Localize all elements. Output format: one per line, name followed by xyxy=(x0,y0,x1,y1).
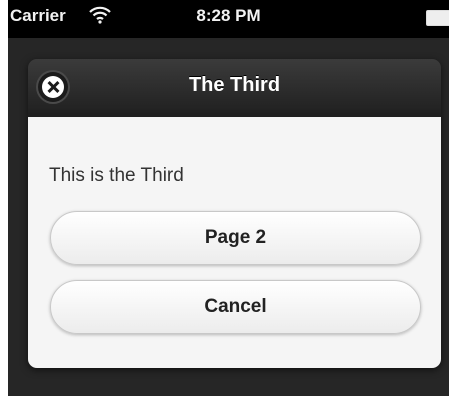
dialog-body: This is the Third Page 2 Cancel xyxy=(28,117,441,368)
dialog-title: The Third xyxy=(188,74,281,96)
dialog-header: The Third xyxy=(28,59,441,118)
app-screen: Carrier 8:28 PM The Third This is the Th… xyxy=(8,0,449,396)
status-bar: Carrier 8:28 PM xyxy=(8,0,449,38)
dialog: The Third This is the Third Page 2 Cance… xyxy=(28,59,441,368)
battery-icon xyxy=(426,10,449,26)
dialog-message: This is the Third xyxy=(49,165,184,186)
cancel-button[interactable]: Cancel xyxy=(50,280,421,334)
page-2-button[interactable]: Page 2 xyxy=(50,211,421,265)
status-time: 8:28 PM xyxy=(196,6,261,25)
